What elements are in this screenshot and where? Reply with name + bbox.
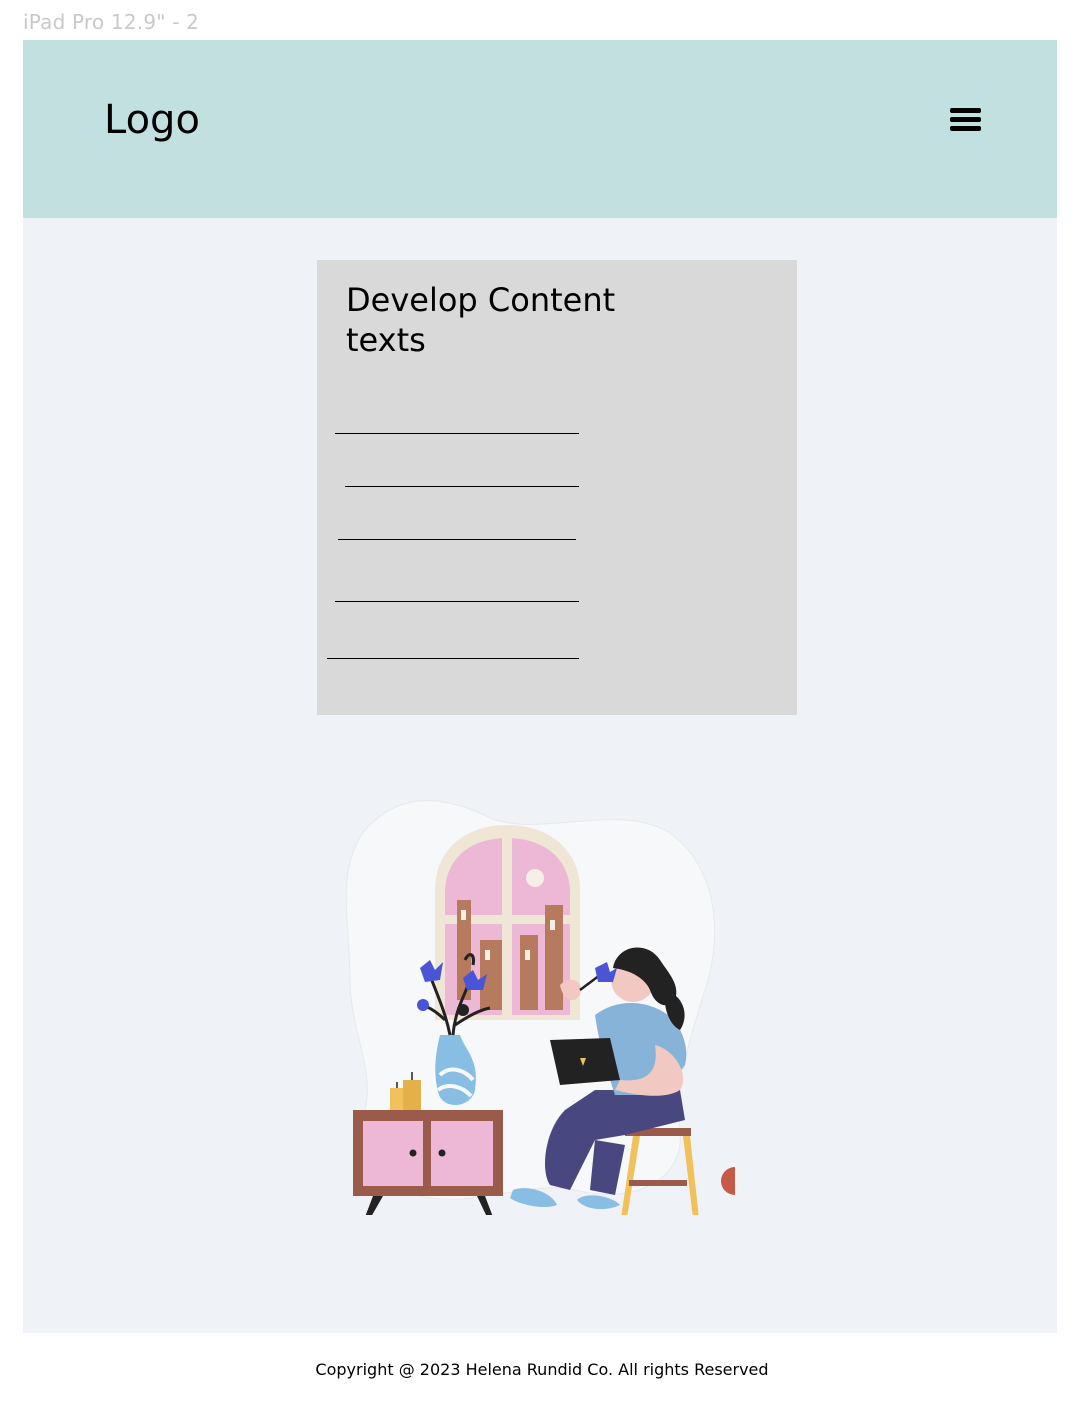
placeholder-text-line xyxy=(338,539,576,540)
placeholder-text-line xyxy=(327,658,579,659)
placeholder-text-line xyxy=(345,486,579,487)
logo[interactable]: Logo xyxy=(104,96,200,144)
footer-copyright: Copyright @ 2023 Helena Rundid Co. All r… xyxy=(315,1360,769,1379)
hamburger-menu-icon[interactable] xyxy=(949,107,983,133)
placeholder-text-line xyxy=(335,433,579,434)
content-card: Develop Content texts xyxy=(317,260,797,715)
woman-with-laptop-illustration xyxy=(295,790,755,1253)
page-frame: Logo Develop Content texts xyxy=(23,40,1057,1333)
placeholder-text-line xyxy=(335,601,579,602)
card-title: Develop Content texts xyxy=(346,281,616,359)
frame-label: iPad Pro 12.9" - 2 xyxy=(23,10,200,34)
site-header: Logo xyxy=(23,40,1057,218)
